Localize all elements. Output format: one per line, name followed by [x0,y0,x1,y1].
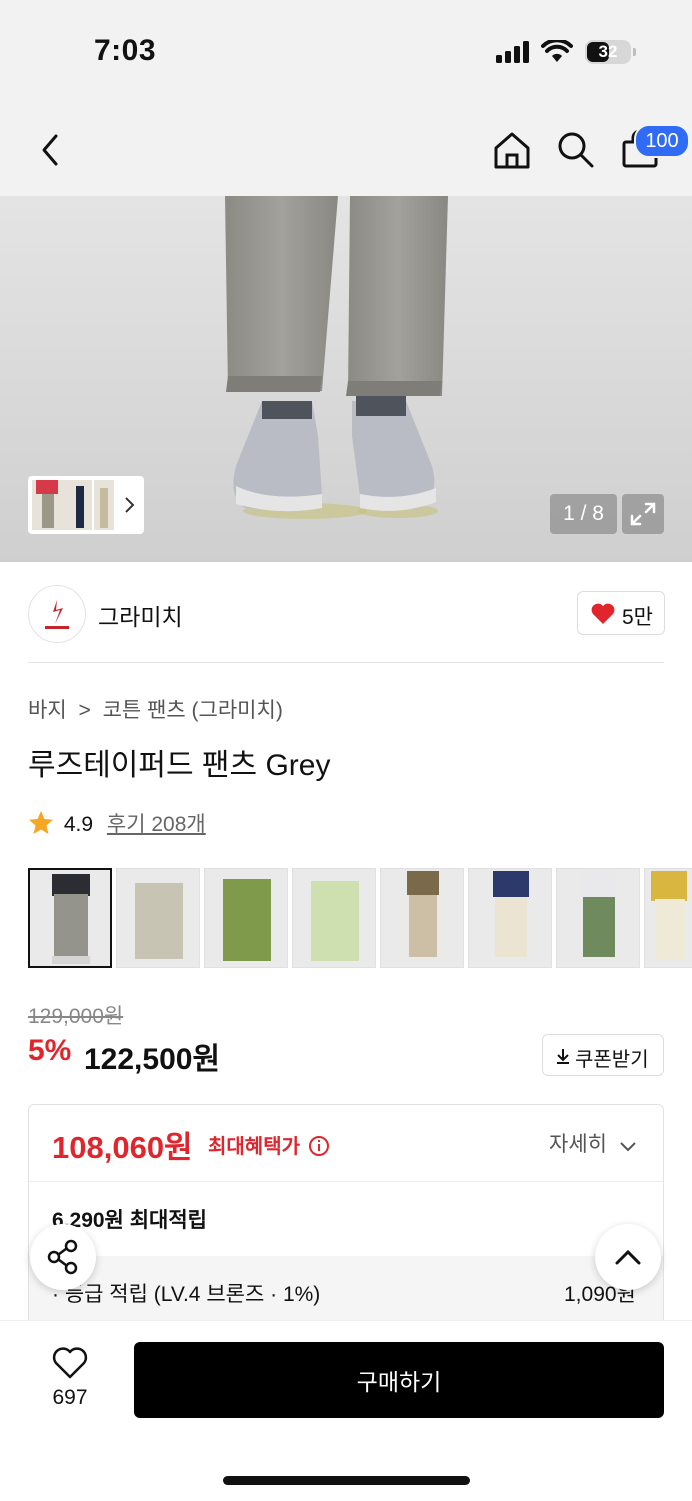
chevron-up-icon [615,1249,641,1265]
brand-like-button[interactable]: 5만 [577,591,665,635]
benefit-detail-toggle[interactable]: 자세히 [549,1128,637,1158]
color-options [28,868,692,970]
search-icon[interactable] [556,130,596,170]
color-option-beige[interactable] [116,868,200,968]
gramicci-logo-icon [45,600,69,629]
share-button[interactable] [30,1224,96,1290]
breadcrumb-subcategory[interactable]: 코튼 팬츠 (그라미치) [103,699,283,722]
max-benefit-price: 108,060원 [52,1130,193,1165]
brand-like-count: 5만 [622,606,653,629]
rating-score: 4.9 [63,813,94,836]
sale-price: 122,500원 [84,1043,221,1076]
scroll-top-button[interactable] [595,1224,661,1290]
breadcrumb-category[interactable]: 바지 [28,699,67,722]
share-icon [47,1239,78,1275]
discount-rate: 5% [28,1034,72,1067]
battery-icon: 32 [585,40,636,64]
chevron-down-icon [620,1142,636,1152]
buy-button[interactable]: 구매하기 [134,1342,664,1418]
cart-count-badge: 100 [634,124,690,158]
brand-name[interactable]: 그라미치 [98,598,183,632]
max-benefit-label: 최대혜택가 [208,1130,330,1159]
color-option-green[interactable] [556,868,640,968]
fullscreen-button[interactable] [622,494,664,534]
back-icon[interactable] [36,132,64,168]
color-option-khaki[interactable] [380,868,464,968]
original-price: 129,000원 [28,1005,124,1028]
brand-logo[interactable] [28,585,86,643]
battery-level: 32 [598,42,618,61]
signal-icon [496,41,529,63]
info-icon[interactable] [308,1135,330,1157]
image-thumbnail-strip[interactable] [28,476,144,534]
breadcrumb-separator: > [78,699,91,722]
heart-filled-icon [591,603,615,624]
chevron-right-icon [125,497,135,513]
star-icon [29,811,53,834]
review-link[interactable]: 후기 208개 [107,813,206,836]
color-option-cream[interactable] [644,868,692,968]
coupon-button[interactable]: 쿠폰받기 [542,1034,664,1076]
coupon-label: 쿠폰받기 [575,1049,649,1071]
expand-icon [630,502,656,526]
product-title: 루즈테이퍼드 팬츠 Grey [28,749,331,782]
status-time: 7:03 [94,34,157,67]
color-option-olive[interactable] [204,868,288,968]
download-icon [557,1049,569,1064]
home-indicator [223,1476,470,1485]
rating-row: 4.9 후기 208개 [28,808,206,838]
image-counter: 1 / 8 [550,494,617,534]
home-icon[interactable] [492,130,532,170]
divider [28,662,664,663]
color-option-ivory[interactable] [468,868,552,968]
divider [29,1181,663,1182]
breadcrumb: 바지 > 코튼 팬츠 (그라미치) [28,694,283,724]
color-option-mint[interactable] [292,868,376,968]
wifi-icon [541,40,573,62]
wish-count: 697 [52,1386,88,1409]
color-option-grey[interactable] [28,868,112,968]
heart-outline-icon[interactable] [52,1346,88,1380]
